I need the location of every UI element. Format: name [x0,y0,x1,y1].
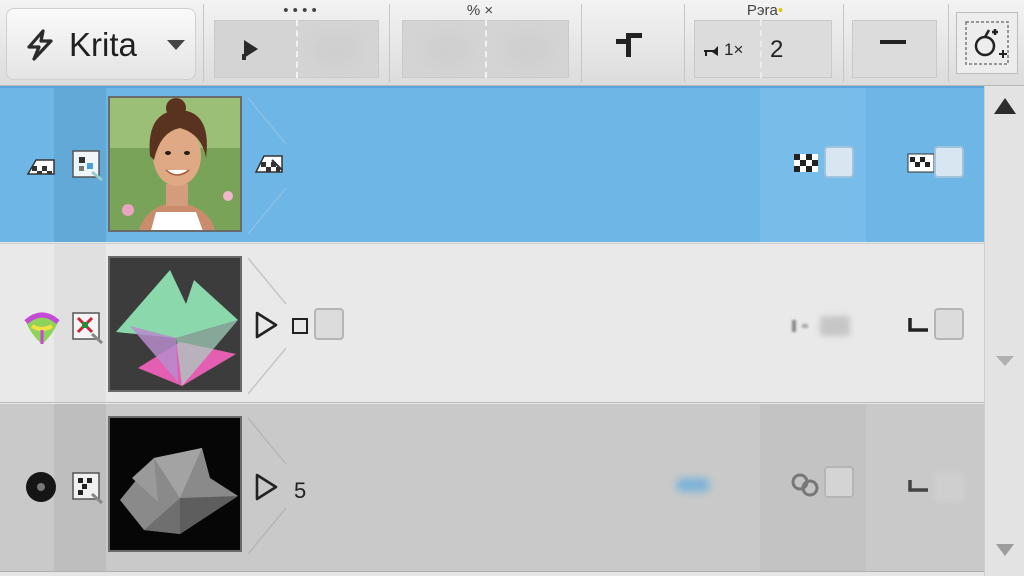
blue-dot-icon [676,478,710,492]
visibility-checkbox[interactable] [824,146,854,178]
app-menu-button[interactable]: Krita [6,8,196,80]
vertical-scrollbar[interactable] [984,86,1024,576]
portrait-image [110,98,240,230]
grayscale-3d-image [110,418,240,550]
checker-icon [26,159,55,175]
arrow-up-icon[interactable] [994,98,1016,114]
corner-lock-icon[interactable] [906,476,932,502]
layer-thumbnail-photo [108,96,242,232]
scroll-handle-indicator[interactable] [996,356,1014,366]
sync-icon[interactable] [790,316,854,336]
remove-layer-button[interactable] [852,20,937,78]
vector-3d-image [110,258,240,390]
layer-option-checkbox[interactable] [824,466,854,498]
mask-icon [72,150,103,182]
layer-row-photo[interactable] [0,86,984,242]
count-value: 2 [770,36,784,63]
lock-checkbox-blurred[interactable] [934,472,964,502]
segment-divider [485,20,487,78]
group-caption-3-text: Pэra [746,2,778,19]
lightning-bolt-icon [27,29,53,61]
paint-mask-icon [254,155,283,173]
layer-row-grayscale[interactable]: 5 [0,404,984,572]
group-caption-1: • • • • [283,2,317,19]
toolbar-divider [684,4,685,82]
layer-thumbnail-grayscale [108,416,242,552]
lock-checkbox[interactable] [934,308,964,340]
group-icon[interactable] [790,470,822,500]
transform-mask-icon [72,312,104,344]
color-bulb-icon [24,312,60,344]
minus-icon [880,40,906,44]
alpha-lock-button[interactable] [596,10,662,78]
corner-lock-icon[interactable] [906,314,932,340]
layers-toolbar: Krita • • • • % × Pэra• 1× 2 [0,0,1024,86]
chevron-down-icon [167,40,185,50]
layer-row-vector[interactable] [0,243,984,403]
multiplier-label: 1× [724,40,744,59]
layer-thumbnail-vector [108,256,242,392]
paint-mask-icon [72,472,104,504]
toolbar-divider [389,4,390,82]
toolbar-divider [581,4,582,82]
group-caption-3: Pэra• [746,2,784,19]
play-icon[interactable] [254,310,280,340]
toolbar-divider [203,4,204,82]
layer-number-label: 5 [294,478,307,503]
add-layer-button[interactable] [956,12,1018,74]
small-square-icon [292,318,308,334]
toolbar-divider [948,4,949,82]
checker-lock-icon[interactable] [906,148,936,178]
app-name: Krita [69,26,137,63]
play-icon[interactable] [254,472,280,502]
layer-option-checkbox[interactable] [314,308,344,340]
arrow-down-icon[interactable] [996,544,1014,556]
add-layer-gear-icon [965,21,1009,65]
layer-list: 5 [0,86,984,576]
lock-checkbox[interactable] [934,146,964,178]
play-step-icon[interactable] [240,36,262,62]
checker-visibility-icon[interactable] [792,148,822,178]
segment-divider [296,20,298,78]
toolbar-divider [843,4,844,82]
dark-circle-icon [26,472,56,502]
corner-icon [616,33,642,57]
group-caption-2: % × [466,2,494,19]
segment-divider [760,20,762,78]
